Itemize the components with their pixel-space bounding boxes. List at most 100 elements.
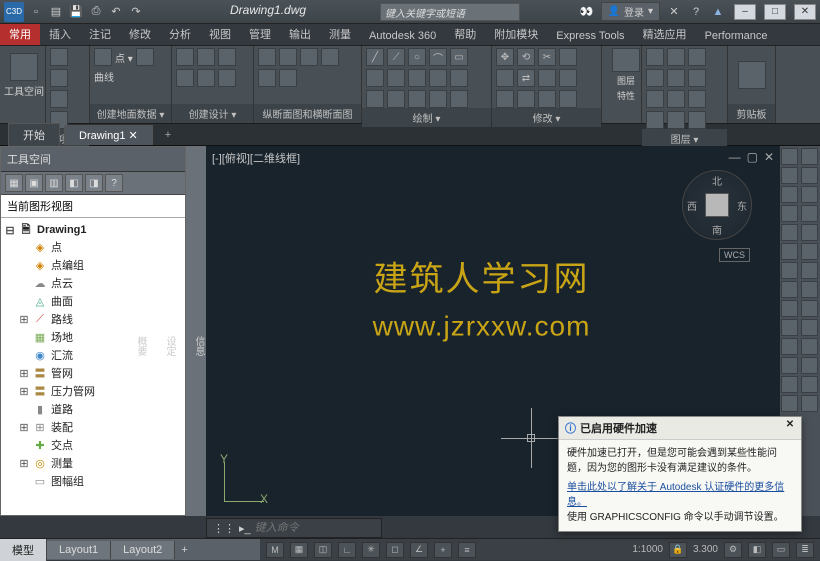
ribbon-tab-manage[interactable]: 管理 [240, 23, 280, 45]
tree-root[interactable]: ⊟🗎Drawing1 [3, 222, 183, 238]
draw-icon[interactable] [387, 90, 405, 108]
section-icon[interactable] [258, 48, 276, 66]
command-input[interactable] [255, 522, 375, 534]
vp-close-icon[interactable]: ✕ [764, 150, 774, 164]
layout-tab-2[interactable]: Layout2 [111, 541, 175, 559]
status-gear-icon[interactable]: ⚙ [724, 542, 742, 558]
ground-icon[interactable] [94, 48, 112, 66]
notif-close-button[interactable]: ✕ [783, 419, 797, 433]
exchange-icon[interactable]: ✕ [666, 4, 682, 20]
ribbon-tab-performance[interactable]: Performance [696, 27, 777, 45]
draw-icon[interactable] [408, 69, 426, 87]
qat-open-icon[interactable]: ▤ [48, 4, 64, 20]
draw-circle-icon[interactable]: ○ [408, 48, 426, 66]
mod-trim-icon[interactable]: ✂ [538, 48, 556, 66]
qat-undo-icon[interactable]: ↶ [108, 4, 124, 20]
rt-icon[interactable] [801, 376, 818, 393]
palette-icon[interactable] [50, 69, 68, 87]
side-tab-survey[interactable]: 概要 [133, 336, 148, 356]
ts-btn[interactable]: ▣ [25, 174, 43, 192]
mod-icon[interactable] [559, 69, 577, 87]
rt-icon[interactable] [801, 300, 818, 317]
close-button[interactable]: ✕ [794, 4, 816, 20]
rt-icon[interactable] [801, 243, 818, 260]
status-polar-icon[interactable]: ✳ [362, 542, 380, 558]
layout-tab-1[interactable]: Layout1 [47, 541, 111, 559]
tree-item-survey[interactable]: ⊞◎测量 [3, 454, 183, 472]
layer-props-button[interactable]: 图层特性 [606, 48, 646, 102]
layer-icon[interactable] [688, 48, 706, 66]
status-iso-icon[interactable]: ◧ [748, 542, 766, 558]
rt-icon[interactable] [781, 300, 798, 317]
login-button[interactable]: 👤 登录 ▾ [601, 2, 660, 21]
mod-icon[interactable] [559, 48, 577, 66]
rt-icon[interactable] [801, 205, 818, 222]
new-doc-tab-icon[interactable]: + [157, 129, 179, 141]
toolspace-button[interactable]: 工具空间 [4, 48, 44, 102]
rt-icon[interactable] [801, 281, 818, 298]
ts-btn[interactable]: ▥ [45, 174, 63, 192]
rt-icon[interactable] [781, 338, 798, 355]
palette-icon[interactable] [50, 90, 68, 108]
status-track-icon[interactable]: ∠ [410, 542, 428, 558]
prospector-tree[interactable]: ⊟🗎Drawing1 ◈点 ◈点编组 ☁点云 ◬曲面 ⊞⟋路线 ▦场地 ◉汇流 … [1, 218, 185, 515]
tree-item-pressure[interactable]: ⊞〓压力管网 [3, 382, 183, 400]
ribbon-tab-modify[interactable]: 修改 [120, 23, 160, 45]
wcs-label[interactable]: WCS [719, 248, 750, 262]
tree-item-points[interactable]: ◈点 [3, 238, 183, 256]
ts-btn[interactable]: ▦ [5, 174, 23, 192]
mod-icon[interactable] [559, 90, 577, 108]
ribbon-tab-survey[interactable]: 测量 [320, 23, 360, 45]
rt-icon[interactable] [781, 243, 798, 260]
rt-icon[interactable] [781, 319, 798, 336]
tree-item-intersection[interactable]: ✚交点 [3, 436, 183, 454]
status-ortho-icon[interactable]: ∟ [338, 542, 356, 558]
tree-item-sheetset[interactable]: ▭图幅组 [3, 472, 183, 490]
layout-add-icon[interactable]: + [175, 544, 193, 556]
vp-max-icon[interactable]: ▢ [747, 150, 758, 164]
ribbon-tab-addins[interactable]: 附加模块 [485, 23, 547, 45]
ts-btn[interactable]: ◧ [65, 174, 83, 192]
help-search-input[interactable]: 键入关键字或短语 [380, 3, 520, 21]
rt-icon[interactable] [801, 224, 818, 241]
draw-icon[interactable] [429, 90, 447, 108]
draw-icon[interactable] [387, 69, 405, 87]
mod-move-icon[interactable]: ✥ [496, 48, 514, 66]
design-icon[interactable] [218, 69, 236, 87]
design-icon[interactable] [197, 48, 215, 66]
rt-icon[interactable] [801, 338, 818, 355]
section-icon[interactable] [300, 48, 318, 66]
status-scale[interactable]: 1:1000 [632, 544, 663, 555]
mod-rotate-icon[interactable]: ⟲ [517, 48, 535, 66]
panel-title-draw[interactable]: 绘制 ▾ [362, 108, 491, 127]
rt-icon[interactable] [801, 167, 818, 184]
layer-icon[interactable] [688, 111, 706, 129]
layer-icon[interactable] [646, 90, 664, 108]
draw-arc-icon[interactable]: ⌒ [429, 48, 447, 66]
ribbon-tab-help[interactable]: 帮助 [445, 23, 485, 45]
ribbon-tab-home[interactable]: 常用 [0, 23, 40, 45]
viewcube[interactable]: 北 南 东 西 [682, 170, 752, 240]
ribbon-tab-express[interactable]: Express Tools [547, 27, 633, 45]
status-lwt-icon[interactable]: ≡ [458, 542, 476, 558]
rt-icon[interactable] [781, 281, 798, 298]
ribbon-tab-annotate[interactable]: 注记 [80, 23, 120, 45]
mod-icon[interactable] [496, 90, 514, 108]
rt-icon[interactable] [781, 167, 798, 184]
rt-icon[interactable] [801, 319, 818, 336]
ribbon-tab-insert[interactable]: 插入 [40, 23, 80, 45]
rt-icon[interactable] [781, 395, 798, 412]
status-dyn-icon[interactable]: + [434, 542, 452, 558]
draw-icon[interactable] [408, 90, 426, 108]
draw-icon[interactable] [366, 69, 384, 87]
qat-new-icon[interactable]: ▫ [28, 4, 44, 20]
command-line[interactable]: ⋮⋮ ▸_ [206, 518, 382, 538]
ground-icon[interactable] [136, 48, 154, 66]
layer-icon[interactable] [667, 90, 685, 108]
design-icon[interactable] [197, 69, 215, 87]
panel-title-ground[interactable]: 创建地面数据 ▾ [90, 104, 171, 123]
tree-item-surface[interactable]: ◬曲面 [3, 292, 183, 310]
section-icon[interactable] [279, 48, 297, 66]
cmd-recent-icon[interactable]: ▸_ [239, 522, 251, 535]
layer-icon[interactable] [667, 48, 685, 66]
